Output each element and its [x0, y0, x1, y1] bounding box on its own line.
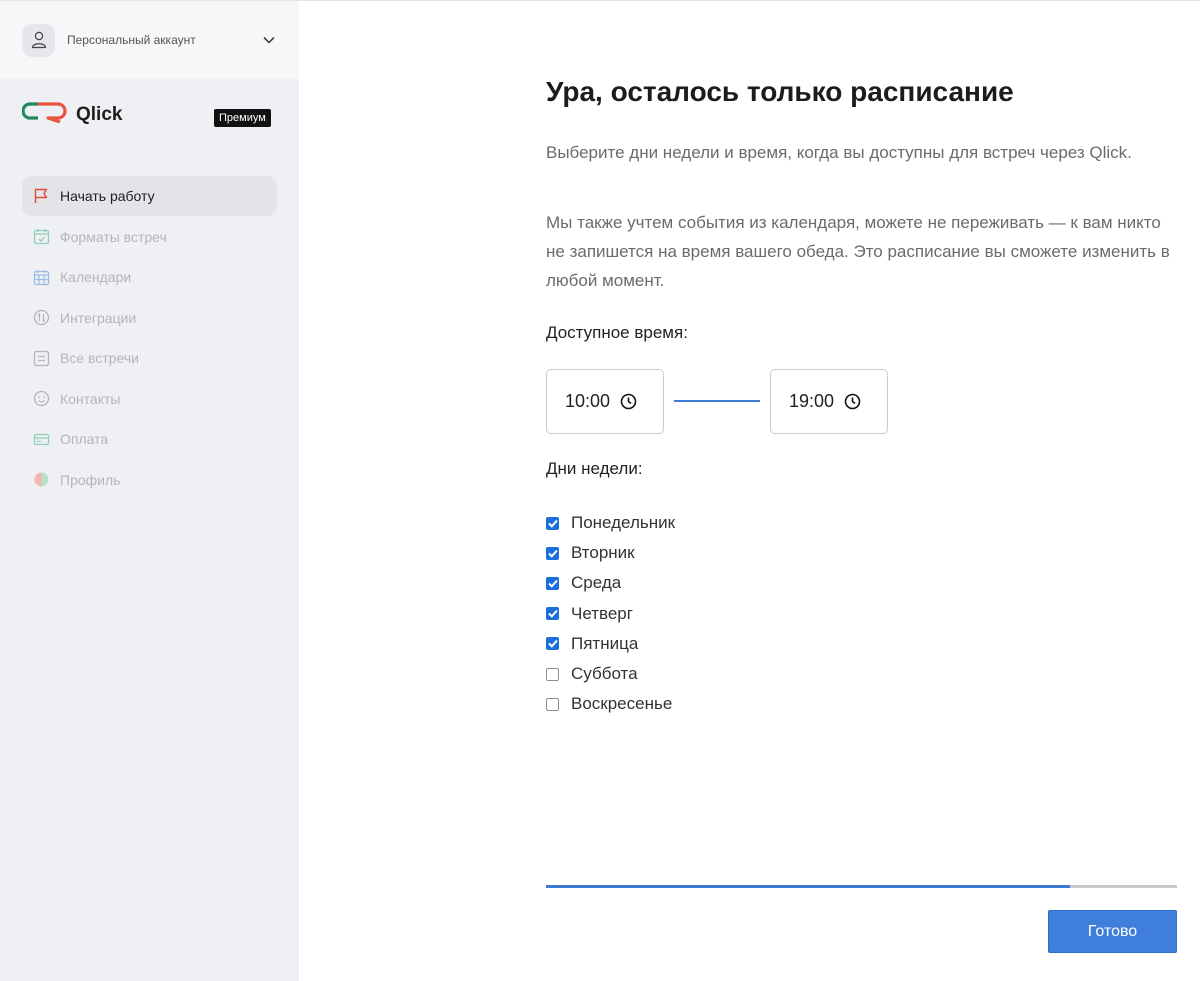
weekday-label: Понедельник — [571, 513, 676, 533]
weekday-option[interactable]: Четверг — [546, 599, 675, 629]
sidebar-item-integrations[interactable]: Интеграции — [22, 298, 277, 338]
clock-icon[interactable] — [620, 393, 637, 410]
end-time-input[interactable]: 19:00 — [770, 369, 888, 434]
weekday-option[interactable]: Воскресенье — [546, 689, 675, 719]
done-button[interactable]: Готово — [1048, 910, 1177, 953]
sidebar-item-formats[interactable]: Форматы встреч — [22, 217, 277, 257]
list-icon — [32, 349, 50, 367]
card-icon — [32, 430, 50, 448]
sidebar-item-label: Оплата — [60, 431, 109, 447]
weekday-checkbox[interactable] — [546, 516, 559, 530]
weekday-label: Вторник — [571, 543, 635, 563]
calendar-note-text: Мы также учтем события из календаря, мож… — [546, 213, 1170, 290]
weekday-label: Среда — [571, 573, 622, 593]
weekday-checkbox[interactable] — [546, 576, 559, 590]
weekday-label: Суббота — [571, 664, 638, 684]
account-label: Персональный аккаунт — [67, 33, 196, 47]
sidebar-item-payment[interactable]: Оплата — [22, 419, 277, 459]
weekday-checkbox[interactable] — [546, 546, 559, 560]
calendar-check-icon — [32, 228, 50, 246]
weekday-option[interactable]: Понедельник — [546, 508, 675, 538]
sidebar-item-label: Все встречи — [60, 350, 139, 366]
sidebar-item-label: Профиль — [60, 471, 121, 488]
account-switcher[interactable]: Персональный аккаунт — [0, 1, 299, 79]
weekday-checkbox[interactable] — [546, 667, 559, 681]
logo-text: Qlick — [76, 103, 123, 125]
weekday-option[interactable]: Вторник — [546, 538, 675, 568]
weekday-option[interactable]: Суббота — [546, 659, 675, 689]
weekday-label: Четверг — [571, 603, 633, 623]
sidebar-item-calendars[interactable]: Календари — [22, 257, 277, 297]
smile-icon — [32, 390, 50, 408]
profile-icon — [32, 471, 50, 489]
sidebar-item-contacts[interactable]: Контакты — [22, 379, 277, 419]
main-content: Ура, осталось только расписание Выберите… — [546, 1, 1177, 981]
sidebar-item-start[interactable]: Начать работу — [22, 176, 277, 216]
flag-icon — [32, 187, 50, 205]
checkmark-icon — [547, 519, 558, 528]
logo[interactable]: Qlick — [21, 101, 123, 128]
weekday-checkbox[interactable] — [546, 607, 559, 621]
start-time-input[interactable]: 10:00 — [546, 369, 664, 434]
qlick-logo-icon — [21, 101, 68, 128]
calendar-grid-icon — [32, 268, 50, 286]
checkmark-icon — [547, 640, 558, 649]
sidebar-item-label: Начать работу — [60, 188, 155, 204]
brand: Qlick Премиум — [0, 79, 299, 169]
sidebar-item-label: Календари — [60, 269, 132, 285]
sidebar-nav: Начать работу Форматы встреч Календари И… — [0, 169, 299, 500]
premium-badge: Премиум — [214, 109, 271, 127]
available-time-label: Доступное время: — [546, 323, 688, 342]
weekday-checkbox[interactable] — [546, 637, 559, 651]
sidebar-item-label: Форматы встреч — [60, 228, 167, 245]
sidebar-item-meetings[interactable]: Все встречи — [22, 338, 277, 378]
intro-text: Выберите дни недели и время, когда вы до… — [546, 143, 1132, 162]
checkmark-icon — [547, 549, 558, 558]
time-range-connector — [674, 400, 760, 402]
weekday-label: Пятница — [571, 633, 639, 653]
weekdays-label: Дни недели: — [546, 459, 643, 478]
end-time-value: 19:00 — [789, 391, 835, 411]
sidebar-item-profile[interactable]: Профиль — [22, 460, 277, 500]
weekday-checkbox[interactable] — [546, 697, 559, 711]
weekday-option[interactable]: Среда — [546, 568, 675, 598]
checkmark-icon — [547, 609, 558, 618]
weekday-list: Понедельник Вторник Среда Четверг Пятница Суб… — [546, 508, 675, 719]
weekday-option[interactable]: Пятница — [546, 629, 675, 659]
page-title: Ура, осталось только расписание — [546, 76, 1014, 107]
sidebar-item-label: Интеграции — [60, 309, 137, 326]
start-time-value: 10:00 — [565, 391, 611, 411]
integrations-icon — [32, 309, 50, 327]
progress-bar — [546, 885, 1177, 888]
user-icon — [22, 23, 55, 57]
weekday-label: Воскресенье — [571, 694, 673, 714]
sidebar: Персональный аккаунт Qlick Премиум Начат… — [0, 1, 299, 981]
checkmark-icon — [547, 579, 558, 588]
chevron-down-icon[interactable] — [261, 32, 277, 48]
progress-fill — [546, 885, 1070, 888]
clock-icon[interactable] — [844, 393, 861, 410]
sidebar-item-label: Контакты — [60, 390, 121, 407]
